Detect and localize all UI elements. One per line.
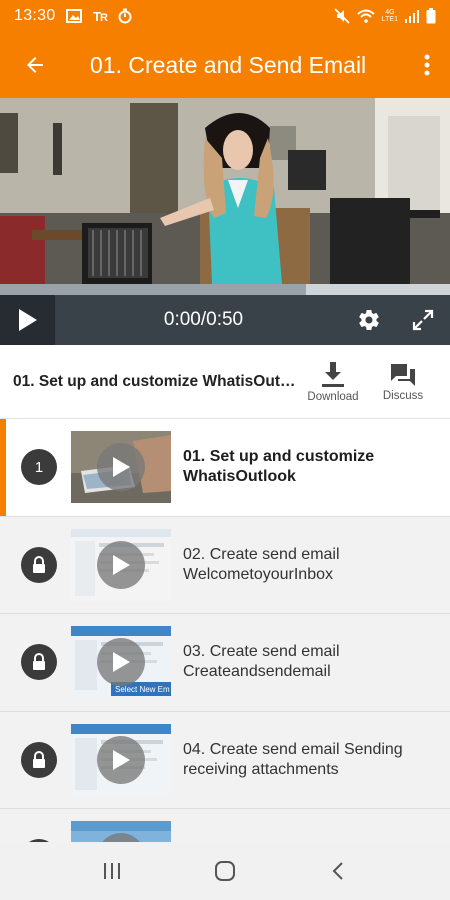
lesson-item[interactable]: 02. Create send email WelcometoyourInbox [0,516,450,614]
status-bar: 13:30 TR 4G LTE1 [0,0,450,32]
play-button[interactable] [0,295,55,345]
active-indicator [0,419,6,516]
now-playing-bar: 01. Set up and customize WhatisOutlook D… [0,345,450,419]
lesson-thumbnail [71,723,171,796]
time-readout: 0:00/0:50 [163,309,244,330]
play-icon [18,309,37,331]
wifi-icon [357,9,375,23]
player-controls: 0:00/0:50 [0,295,450,345]
download-button[interactable]: Download [298,361,368,403]
arrow-back-icon [27,57,43,73]
thumbnail-play-icon [97,540,145,589]
lesson-thumbnail: Select New Em [71,626,171,699]
lesson-list: 1 01. Set up and customize WhatisOutlook… [0,419,450,842]
thumbnail-play-icon [97,638,145,687]
settings-button[interactable] [342,295,396,345]
recents-icon [103,863,120,879]
network-sub-label: LTE1 [381,16,398,23]
overflow-menu-button[interactable] [404,32,450,98]
chevron-left-icon [332,862,344,880]
now-playing-title: 01. Set up and customize WhatisOutlook [13,372,298,390]
fullscreen-icon [412,309,434,331]
network-type-icon: 4G LTE1 [382,9,398,23]
fullscreen-button[interactable] [396,295,450,345]
home-icon [214,861,235,881]
lesson-item[interactable]: Select New Em 03. Create send email Crea… [0,614,450,712]
thumbnail-play-icon [97,443,145,492]
battery-icon [426,8,436,24]
gear-icon [359,310,379,331]
network-label: 4G [385,9,395,16]
page-title: 01. Create and Send Email [90,51,367,78]
svg-text:R: R [100,12,108,23]
more-vert-icon [424,54,430,76]
lock-icon [21,546,57,583]
lesson-item[interactable]: 1 01. Set up and customize WhatisOutlook [0,419,450,517]
lesson-item[interactable]: 04. Create send email Sending receiving … [0,711,450,809]
signal-icon [405,9,419,23]
download-icon [322,361,344,387]
app-r-icon: TR [92,9,108,23]
lock-icon [21,741,57,778]
seek-bar[interactable] [0,284,450,295]
lock-icon [21,644,57,681]
lesson-title: 01. Set up and customize WhatisOutlook [183,448,375,486]
video-player[interactable] [0,98,450,284]
lesson-title: 03. Create send email Createandsendemail [183,643,340,681]
thumbnail-caption: Select New Em [115,685,170,694]
status-time: 13:30 [14,7,56,24]
gallery-icon [65,9,82,23]
app-bar: 01. Create and Send Email [0,32,450,98]
lesson-thumbnail [71,431,171,504]
lesson-title: 02. Create send email WelcometoyourInbox [183,545,340,583]
video-frame-image [0,98,450,284]
system-nav-bar [0,842,450,900]
mute-icon [334,8,350,24]
back-button[interactable] [0,32,70,98]
timer-icon [118,8,132,24]
lesson-item[interactable] [0,809,450,842]
recents-button[interactable] [82,842,142,900]
lesson-title: 04. Create send email Sending receiving … [183,740,403,778]
lesson-thumbnail [71,528,171,601]
home-button[interactable] [195,842,255,900]
buffered-progress [0,284,306,295]
download-label: Download [307,390,359,403]
forum-icon [391,363,415,386]
discuss-button[interactable]: Discuss [368,362,438,402]
back-nav-button[interactable] [308,842,368,900]
lesson-number-badge: 1 [21,449,57,486]
lesson-thumbnail [71,821,171,842]
discuss-label: Discuss [382,389,424,402]
thumbnail-play-icon [97,735,145,784]
